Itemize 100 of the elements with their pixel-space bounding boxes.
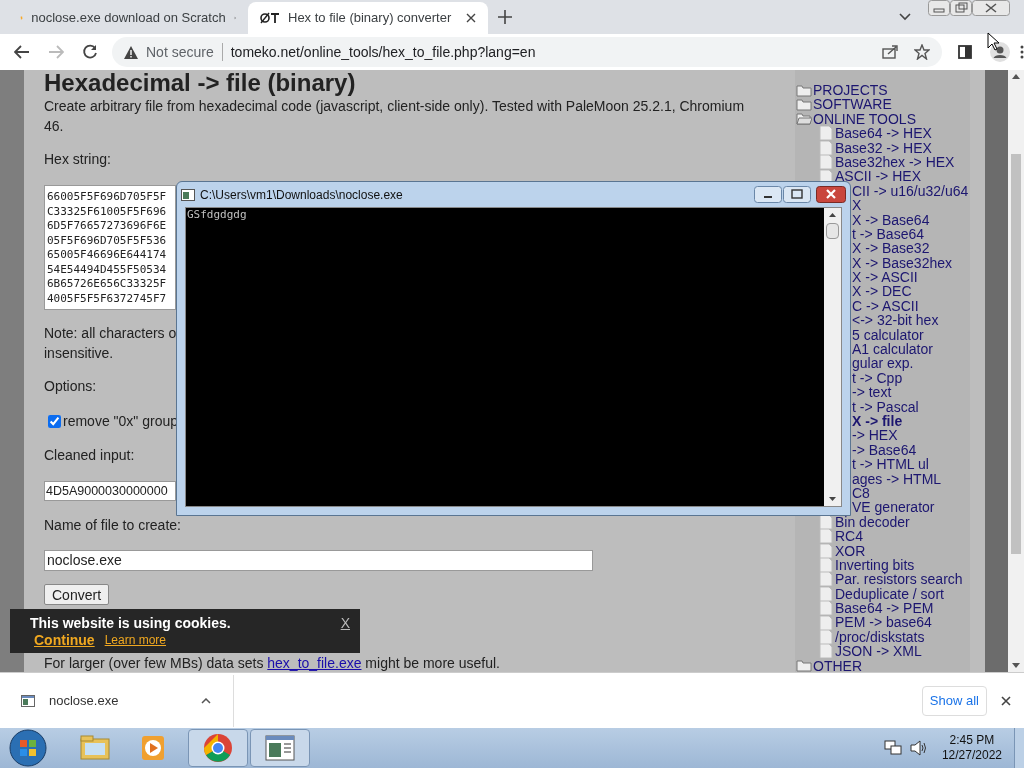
nav-link[interactable]: RC4 [835,529,863,544]
nav-link[interactable]: /proc/diskstats [835,629,925,645]
cleaned-input-field[interactable]: 4D5A9000030000000 [44,481,176,501]
scrollbar[interactable] [824,208,841,506]
nav-link[interactable]: X [852,198,862,213]
reload-icon[interactable] [82,44,98,60]
new-tab-icon[interactable] [498,10,512,24]
more-icon[interactable] [1020,45,1024,59]
share-icon[interactable] [882,45,898,59]
scrollbar[interactable] [1008,70,1024,672]
console-app-icon [181,188,195,201]
page-icon [818,155,834,170]
nav-folder-link[interactable]: PROJECTS [813,83,888,98]
nav-link[interactable]: t -> Pascal [852,399,919,414]
url-text: tomeko.net/online_tools/hex_to_file.php?lang=en [230,42,537,62]
side-panel-icon[interactable] [958,45,972,59]
minimize-icon[interactable] [754,186,782,203]
nav-link[interactable]: -> text [852,385,892,400]
hex-line: 05F5F696D705F5F536 [47,233,168,248]
nav-link[interactable]: X -> ASCII [852,270,918,285]
console-output: GSfdgdgdg [187,208,248,222]
chevron-up-icon[interactable] [201,697,211,704]
field-label: Name of file to create: [44,516,182,535]
chrome-icon [203,733,233,763]
network-icon[interactable] [883,740,902,756]
nav-link[interactable]: Bin decoder [835,514,910,530]
nav-link[interactable]: CII -> u16/u32/u64 [852,183,969,199]
learn-more-link[interactable]: Learn more [104,632,167,648]
nav-link[interactable]: t -> HTML ul [852,457,929,472]
restore-icon[interactable] [950,0,972,16]
page-icon [818,140,834,155]
start-button-icon[interactable] [8,729,48,767]
nav-link[interactable]: X -> Base32 [852,241,930,256]
nav-link[interactable]: C -> ASCII [852,298,919,314]
site-logo-icon [260,11,280,25]
convert-button[interactable]: Convert [44,584,110,605]
nav-link[interactable]: PEM -> base64 [835,615,932,630]
continue-link[interactable]: Continue [34,632,95,648]
nav-link[interactable]: ages -> HTML [852,471,942,486]
nav-link[interactable]: X -> Base64 [852,212,930,227]
filename-input-field[interactable]: noclose.exe [44,550,593,571]
hex-line: 54E54494D455F50534 [47,262,168,277]
nav-link[interactable]: JSON -> XML [835,644,922,659]
nav-link[interactable]: Base64 -> HEX [835,126,932,141]
nav-link[interactable]: X -> file [852,414,903,429]
nav-link[interactable]: -> Base64 [852,442,917,458]
hex-line: C33325F61005F5F696 [47,204,168,219]
page-icon [818,529,834,544]
nav-folder-link[interactable]: SOFTWARE [813,97,892,112]
program-window-icon [21,694,35,707]
nav-link[interactable]: Deduplicate / sort [835,586,944,602]
show-all-button[interactable]: Show all [921,685,987,716]
scroll-down-icon[interactable] [829,497,836,501]
nav-link[interactable]: t -> Base64 [852,226,924,242]
address-bar[interactable]: Not secure tomeko.net/online_tools/hex_to_file.php?lang=en [112,37,942,67]
hex-line: 6B65726E656C33325F [47,277,168,292]
nav-link[interactable]: VE generator [852,500,935,515]
nav-link[interactable]: Base64 -> PEM [835,601,934,616]
nav-folder-link[interactable]: ONLINE TOOLS [813,111,916,127]
browser-tab[interactable]: Hex to file (binary) converter [248,2,488,34]
scroll-up-icon[interactable] [1012,74,1020,79]
nav-link[interactable]: Base32 -> HEX [835,140,932,155]
nav-folder-link[interactable]: OTHER [813,658,862,672]
window-title: C:\Users\vm1\Downloads\noclose.exe [200,186,404,204]
page-heading: Hexadecimal -> file (binary) [44,70,357,96]
nav-link[interactable]: A1 calculator [852,342,933,357]
star-icon[interactable] [914,44,930,60]
scrollbar-thumb[interactable] [826,223,839,239]
nav-link[interactable]: -> HEX [852,428,898,443]
taskbar-button[interactable] [188,729,248,767]
download-filename[interactable]: noclose.exe [49,690,189,711]
cookie-close-link[interactable]: X [340,614,350,632]
file-link[interactable]: hex_to_file.exe [267,655,362,671]
taskbar-button[interactable] [250,729,310,767]
nav-link[interactable]: X -> DEC [852,284,912,299]
clock-time[interactable]: 2:45 PM [949,733,995,748]
scrollbar-thumb[interactable] [1011,154,1021,554]
clock-date[interactable]: 12/27/2022 [941,748,1002,763]
field-label: Options: [44,377,98,396]
nav-link[interactable]: ASCII -> HEX [835,169,921,184]
volume-icon[interactable] [909,740,928,756]
nav-link[interactable]: 5 calculator [852,327,924,343]
nav-link[interactable]: X -> Base32hex [852,255,952,271]
scroll-up-icon[interactable] [829,213,836,217]
back-icon[interactable] [14,45,30,59]
nav-link[interactable]: gular exp. [852,356,914,371]
nav-link[interactable]: XOR [835,543,866,558]
nav-link[interactable]: Inverting bits [835,557,915,573]
nav-link[interactable]: <-> 32-bit hex [852,313,939,328]
nav-link[interactable]: Par. resistors search [835,572,963,587]
scroll-down-icon[interactable] [1012,663,1020,668]
nav-link[interactable]: t -> Cpp [852,370,903,386]
tab-search-icon[interactable] [899,13,911,21]
checkbox[interactable] [48,414,61,428]
nav-link[interactable]: Base32hex -> HEX [835,154,955,170]
hex-textarea[interactable]: 66005F5F696D705F5F C33325F61005F5F696 6D5F76657273696F6E 05F5F696D705F5F536 65005F46696E644174 54E54494D455F50534 6B65726E656C33325F 4005F5F5F6372745F7 [44,185,176,310]
field-label: Cleaned input: [44,446,136,465]
maximize-icon[interactable] [783,186,811,203]
page-icon [818,558,834,573]
hex-line: 66005F5F696D705F5F [47,190,168,205]
